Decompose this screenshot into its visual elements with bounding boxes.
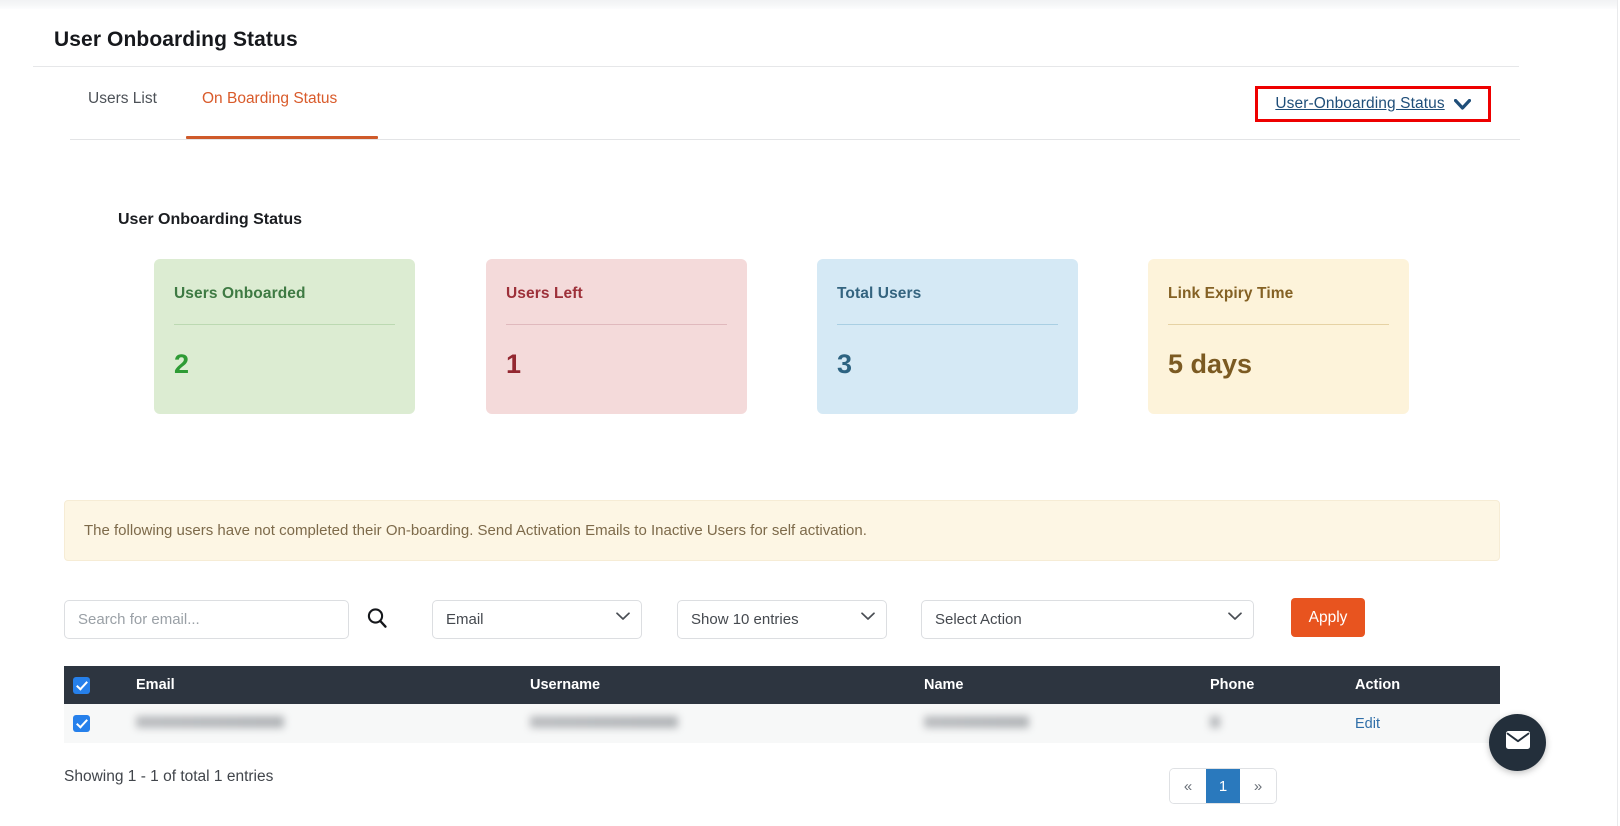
column-header-username[interactable]: Username	[530, 666, 924, 704]
column-header-name[interactable]: Name	[924, 666, 1210, 704]
stat-card-divider	[1168, 324, 1389, 325]
stat-card-title: Users Left	[506, 285, 583, 302]
pagination-page-1[interactable]: 1	[1206, 769, 1240, 803]
envelope-icon	[1505, 730, 1531, 755]
pagination-next[interactable]: »	[1240, 769, 1276, 803]
email-fab-button[interactable]	[1489, 714, 1546, 771]
page-title: User Onboarding Status	[54, 28, 298, 51]
stat-card-value: 5 days	[1168, 349, 1253, 379]
top-strip	[0, 0, 1620, 9]
stat-card-link-expiry-time: Link Expiry Time 5 days	[1148, 259, 1409, 414]
stat-card-divider	[837, 324, 1058, 325]
select-all-header	[64, 666, 136, 704]
stat-card-title: Link Expiry Time	[1168, 285, 1294, 302]
bulk-action-select[interactable]: Select Action	[921, 600, 1254, 639]
redacted-value	[136, 715, 284, 728]
table-row: Edit	[64, 704, 1500, 743]
cell-action: Edit	[1355, 704, 1500, 743]
stat-card-value: 1	[506, 349, 522, 379]
tab-on-boarding-status[interactable]: On Boarding Status	[202, 90, 337, 125]
cell-phone	[1210, 704, 1355, 743]
stat-card-users-onboarded: Users Onboarded 2	[154, 259, 415, 414]
stat-card-total-users: Total Users 3	[817, 259, 1078, 414]
column-header-action: Action	[1355, 677, 1401, 693]
cell-email	[136, 704, 530, 743]
row-checkbox[interactable]	[73, 715, 90, 732]
tab-users-list[interactable]: Users List	[88, 90, 157, 125]
app-page: User Onboarding Status Users List On Boa…	[0, 0, 1620, 826]
stat-card-title: Total Users	[837, 285, 922, 302]
section-heading: User Onboarding Status	[118, 211, 303, 228]
search-input[interactable]	[64, 600, 349, 639]
stat-card-users-left: Users Left 1	[486, 259, 747, 414]
cell-name	[924, 704, 1210, 743]
tab-active-indicator	[186, 136, 378, 139]
apply-button[interactable]: Apply	[1291, 598, 1365, 637]
stat-card-divider	[174, 324, 395, 325]
pagination-summary: Showing 1 - 1 of total 1 entries	[64, 768, 274, 785]
stat-card-value: 2	[174, 349, 190, 379]
row-select-cell	[64, 704, 136, 743]
redacted-value	[1210, 715, 1220, 728]
cell-username	[530, 704, 924, 743]
user-onboarding-status-dropdown-label: User-Onboarding Status	[1275, 95, 1445, 112]
stat-card-divider	[506, 324, 727, 325]
edit-link[interactable]: Edit	[1355, 716, 1380, 732]
tab-bar-underline	[70, 139, 1520, 140]
stat-card-value: 3	[837, 349, 853, 379]
pagination-prev[interactable]: «	[1170, 769, 1206, 803]
chevron-down-icon	[1453, 98, 1471, 110]
pagination: « 1 »	[1169, 768, 1277, 804]
redacted-value	[530, 715, 678, 728]
users-table: Email Username Name Phone Action Edit	[64, 666, 1500, 743]
search-field-select[interactable]: Email	[432, 600, 642, 639]
table-header-row: Email Username Name Phone Action	[64, 666, 1500, 704]
title-divider	[33, 66, 1519, 67]
user-onboarding-status-dropdown[interactable]: User-Onboarding Status	[1255, 86, 1491, 122]
search-button[interactable]	[364, 606, 390, 632]
info-alert-message: The following users have not completed t…	[84, 522, 867, 539]
search-icon	[365, 608, 389, 633]
column-header-email[interactable]: Email	[136, 666, 530, 704]
stat-card-title: Users Onboarded	[174, 285, 306, 302]
redacted-value	[924, 715, 1029, 728]
table-toolbar: Email Show 10 entries Select Action Appl…	[64, 598, 1504, 642]
entries-per-page-select[interactable]: Show 10 entries	[677, 600, 887, 639]
column-header-phone[interactable]: Phone	[1210, 666, 1355, 704]
select-all-checkbox[interactable]	[73, 676, 90, 694]
info-alert: The following users have not completed t…	[64, 500, 1500, 561]
